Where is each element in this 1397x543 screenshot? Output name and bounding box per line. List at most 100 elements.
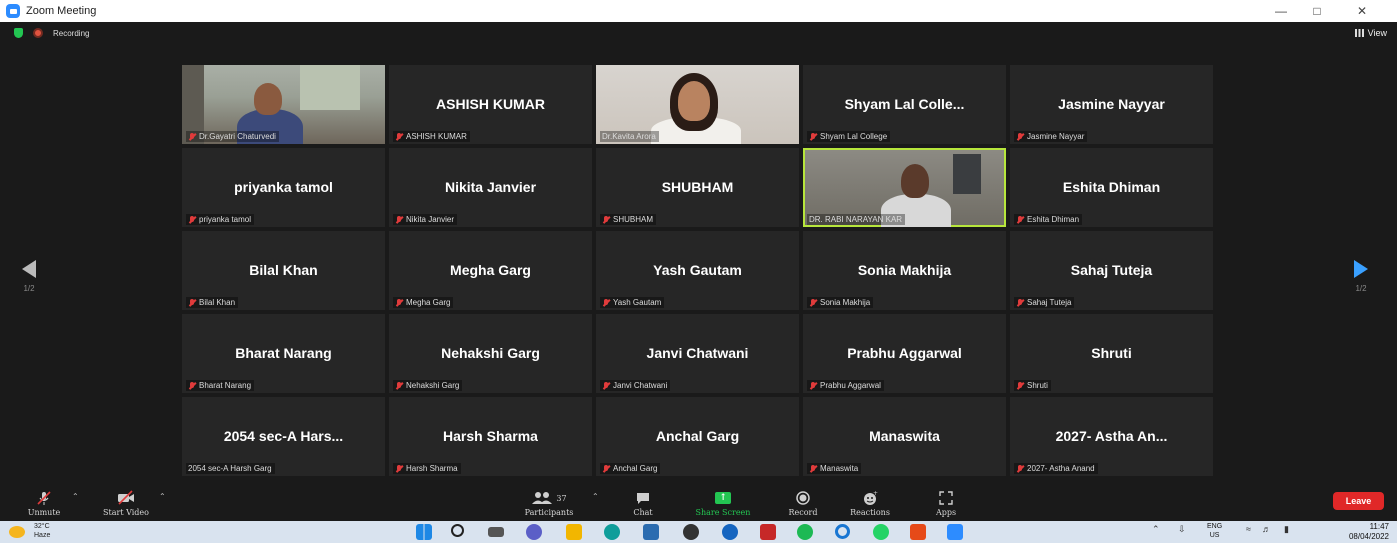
meeting-status-bar: Recording (14, 28, 89, 38)
muted-mic-icon (1016, 298, 1024, 307)
participant-tile[interactable]: ASHISH KUMAR ASHISH KUMAR (389, 65, 592, 144)
chrome-icon[interactable] (683, 524, 699, 540)
task-view-icon[interactable] (488, 527, 504, 537)
participant-tile[interactable]: Jasmine Nayyar Jasmine Nayyar (1010, 65, 1213, 144)
restore-icon[interactable]: □ (1300, 0, 1334, 22)
participant-tile[interactable]: DR. RABI NARAYAN KAR (803, 148, 1006, 227)
volume-icon[interactable]: ♬ (1262, 524, 1271, 534)
participant-tile[interactable]: Bilal Khan Bilal Khan (182, 231, 385, 310)
weather-icon[interactable] (9, 526, 25, 538)
participant-tile[interactable]: Janvi Chatwani Janvi Chatwani (596, 314, 799, 393)
edge-icon[interactable] (604, 524, 620, 540)
muted-mic-icon (602, 381, 610, 390)
participant-name-label: Prabhu Aggarwal (807, 380, 884, 391)
teams-chat-icon[interactable] (526, 524, 542, 540)
participant-tile[interactable]: 2054 sec-A Hars... 2054 sec-A Harsh Garg (182, 397, 385, 476)
store-icon[interactable] (643, 524, 659, 540)
participant-tile[interactable]: Prabhu Aggarwal Prabhu Aggarwal (803, 314, 1006, 393)
clock-time: 11:47 (1369, 522, 1389, 531)
start-video-button[interactable]: Start Video (101, 490, 151, 517)
audio-options-caret-icon[interactable]: ⌃ (72, 492, 79, 501)
participant-name-label: Shyam Lal College (807, 131, 891, 142)
participant-display-name: Prabhu Aggarwal (847, 345, 962, 361)
participant-tile[interactable]: Shyam Lal Colle... Shyam Lal College (803, 65, 1006, 144)
file-explorer-icon[interactable] (566, 524, 582, 540)
participant-name-label: Harsh Sharma (393, 463, 461, 474)
video-options-caret-icon[interactable]: ⌃ (159, 492, 166, 501)
previous-page-button[interactable]: 1/2 (22, 260, 36, 293)
tray-overflow-icon[interactable]: ⌃ (1152, 524, 1160, 535)
participants-button[interactable]: 37 Participants (516, 490, 582, 517)
leave-button[interactable]: Leave (1333, 492, 1384, 510)
participant-name: 2027- Astha Anand (1027, 464, 1095, 473)
participant-display-name: 2054 sec-A Hars... (223, 428, 344, 444)
participant-name-label: Nikita Janvier (393, 214, 458, 225)
office-icon[interactable] (910, 524, 926, 540)
muted-mic-icon (602, 215, 610, 224)
apps-icon (939, 490, 953, 506)
participant-display-name: Sahaj Tuteja (1070, 262, 1153, 278)
participant-tile[interactable]: 2027- Astha An... 2027- Astha Anand (1010, 397, 1213, 476)
close-icon[interactable]: ✕ (1345, 0, 1379, 22)
usb-icon[interactable]: ⇩ (1178, 524, 1186, 535)
participant-tile[interactable]: Megha Garg Megha Garg (389, 231, 592, 310)
spotify-icon[interactable] (797, 524, 813, 540)
participant-tile[interactable]: Sonia Makhija Sonia Makhija (803, 231, 1006, 310)
view-button[interactable]: View (1354, 28, 1387, 38)
participant-display-name: Nikita Janvier (444, 179, 537, 195)
record-button[interactable]: Record (783, 490, 823, 517)
apps-label: Apps (935, 508, 957, 517)
participant-tile[interactable]: Harsh Sharma Harsh Sharma (389, 397, 592, 476)
unmute-button[interactable]: Unmute (24, 490, 64, 517)
meeting-area: Recording View 1/2 1/2 Dr.Gayatri Chatur… (0, 22, 1397, 490)
participant-tile[interactable]: Dr.Kavita Arora (596, 65, 799, 144)
wifi-icon[interactable]: ≈ (1246, 524, 1251, 534)
participant-tile[interactable]: Sahaj Tuteja Sahaj Tuteja (1010, 231, 1213, 310)
security-shield-icon[interactable] (14, 28, 23, 38)
participant-display-name: Shruti (1091, 345, 1132, 361)
reactions-button[interactable]: + Reactions (848, 490, 892, 517)
participants-caret-icon[interactable]: ⌃ (592, 492, 599, 501)
muted-mic-icon (395, 298, 403, 307)
participant-tile[interactable]: Eshita Dhiman Eshita Dhiman (1010, 148, 1213, 227)
participant-tile[interactable]: Nehakshi Garg Nehakshi Garg (389, 314, 592, 393)
participant-name-label: Dr.Kavita Arora (600, 131, 659, 142)
participant-tile[interactable]: Nikita Janvier Nikita Janvier (389, 148, 592, 227)
muted-mic-icon (809, 464, 817, 473)
participant-name: Nikita Janvier (406, 215, 455, 224)
view-label: View (1367, 28, 1387, 38)
recording-icon (33, 28, 43, 38)
page-indicator-left: 1/2 (23, 284, 35, 293)
chat-button[interactable]: Chat (626, 490, 660, 517)
participant-name: Dr.Kavita Arora (602, 132, 656, 141)
weather-widget[interactable]: 32°C Haze (34, 522, 50, 540)
mcafee-icon[interactable] (760, 524, 776, 540)
participant-tile[interactable]: Anchal Garg Anchal Garg (596, 397, 799, 476)
participant-name-label: Nehakshi Garg (393, 380, 463, 391)
battery-icon[interactable]: ▮ (1284, 524, 1289, 535)
share-screen-label: Share Screen (695, 508, 751, 517)
next-page-button[interactable]: 1/2 (1354, 260, 1368, 293)
taskbar-clock[interactable]: 11:47 08/04/2022 (1349, 522, 1389, 542)
minimize-icon[interactable]: — (1264, 0, 1298, 22)
whatsapp-icon[interactable] (873, 524, 889, 540)
participant-tile[interactable]: Shruti Shruti (1010, 314, 1213, 393)
svg-text:+: + (873, 490, 878, 497)
participant-tile[interactable]: priyanka tamol priyanka tamol (182, 148, 385, 227)
recording-label: Recording (53, 28, 90, 38)
participant-tile[interactable]: Manaswita Manaswita (803, 397, 1006, 476)
language-indicator[interactable]: ENG US (1207, 522, 1222, 540)
windows-start-icon[interactable] (416, 524, 432, 540)
muted-mic-icon (395, 464, 403, 473)
zoom-taskbar-icon[interactable] (947, 524, 963, 540)
share-screen-button[interactable]: ↑ Share Screen (688, 490, 758, 517)
browser-icon[interactable] (722, 524, 738, 540)
cortana-icon[interactable] (835, 524, 850, 539)
search-icon[interactable] (451, 524, 464, 537)
participant-tile[interactable]: Dr.Gayatri Chaturvedi (182, 65, 385, 144)
participant-tile[interactable]: Yash Gautam Yash Gautam (596, 231, 799, 310)
apps-button[interactable]: Apps (928, 490, 964, 517)
muted-mic-icon (809, 298, 817, 307)
participant-tile[interactable]: SHUBHAM SHUBHAM (596, 148, 799, 227)
participant-tile[interactable]: Bharat Narang Bharat Narang (182, 314, 385, 393)
